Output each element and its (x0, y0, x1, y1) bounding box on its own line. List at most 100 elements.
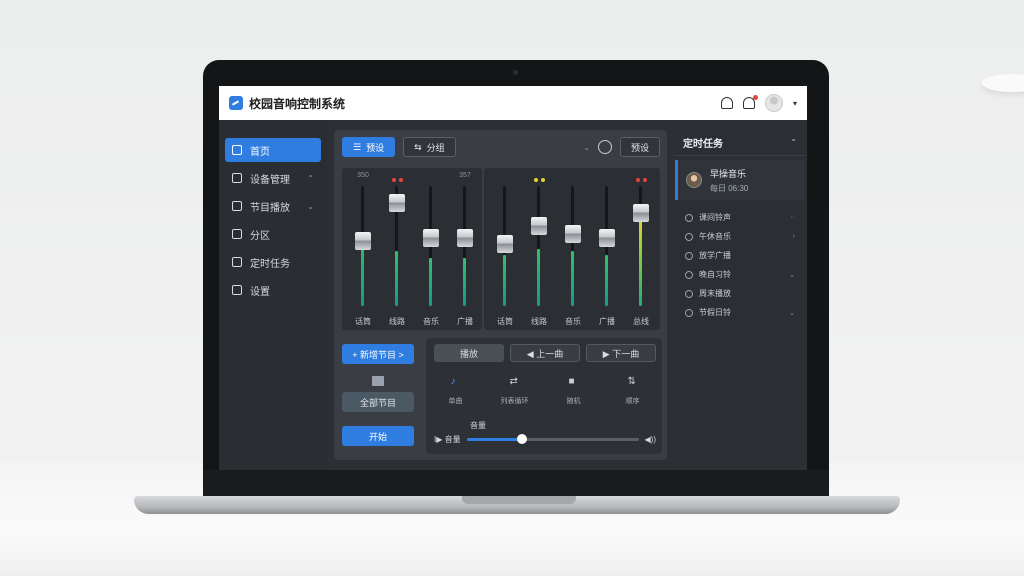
menu-icon (232, 173, 242, 183)
sidebar-item[interactable]: 首页 (225, 138, 321, 162)
play-mode[interactable]: ♪ 单曲 (426, 376, 485, 406)
task-row[interactable]: 放学广播 (675, 246, 805, 265)
channel-label: 总线 (633, 317, 649, 326)
play-mode[interactable]: ■ 随机 (544, 376, 603, 406)
sidebar-item-label: 设置 (250, 286, 270, 298)
sidebar-item[interactable]: 节目播放 ⌄ (225, 194, 321, 218)
play-mode-label: 顺序 (625, 398, 640, 405)
level-meter (429, 258, 432, 306)
note-icon: ♪ (450, 376, 456, 387)
channel-top-label (558, 172, 588, 180)
sliders-icon: ⇆ (414, 141, 422, 152)
volume-slider[interactable] (466, 433, 639, 444)
task-label: 课间铃声 (699, 213, 731, 222)
clock-icon (685, 308, 693, 317)
tasks-header[interactable]: 定时任务 ⌃ (675, 130, 805, 156)
task-row[interactable]: 课间铃声 ·· (675, 208, 805, 227)
fader-knob[interactable] (531, 217, 547, 235)
chevron-down-icon[interactable]: ▾ (793, 99, 797, 108)
mixer-channel: 音乐 (558, 168, 588, 330)
preset-button[interactable]: ☰ 预设 (342, 137, 396, 157)
channel-label: 广播 (599, 317, 615, 326)
folder-icon (372, 376, 384, 386)
program-actions: + 新增节目 > 全部节目 开始 (342, 344, 418, 452)
play-mode[interactable]: ⇅ 顺序 (603, 376, 662, 406)
fader-knob[interactable] (633, 204, 649, 222)
sidebar-item[interactable]: 分区 (225, 222, 321, 246)
sidebar-item[interactable]: 定时任务 (225, 250, 321, 274)
menu-icon (232, 229, 242, 239)
channel-top-label (592, 172, 622, 180)
task-label: 节假日铃 (699, 308, 731, 317)
app-screen: 校园音响控制系统 ▾ 首页 设备管理 ⌃ 节目播放 ⌄ 分区 定时任务 设置 ☰ 预设 ⇆ 分组 … (219, 86, 807, 470)
channel-label: 话筒 (355, 317, 371, 326)
active-task[interactable]: 早操音乐 每日 06:30 (675, 160, 805, 200)
fader-knob[interactable] (355, 232, 371, 250)
transport-button[interactable]: ▶ 下一曲 (586, 344, 656, 362)
volume-thumb[interactable] (516, 433, 527, 444)
fader-knob[interactable] (599, 229, 615, 247)
level-meter (537, 249, 540, 306)
menu-icon (232, 145, 242, 155)
clock-icon (685, 289, 693, 298)
menu-icon (232, 257, 242, 267)
mixer-channel: 话筒 (490, 168, 520, 330)
peak-leds (626, 178, 656, 182)
sidebar-item-label: 定时任务 (250, 258, 290, 270)
chevron-icon: ⌄ (789, 271, 795, 279)
peak-led (391, 178, 396, 182)
sidebar-item-label: 首页 (250, 146, 270, 158)
transport-button[interactable]: 播放 (434, 344, 504, 362)
play-mode[interactable]: ⇄ 列表循环 (485, 376, 544, 406)
channel-bank-right: 话筒 线路 音乐 广播 总线 (484, 168, 660, 330)
fader-knob[interactable] (565, 225, 581, 243)
start-button[interactable]: 开始 (342, 426, 414, 446)
search-icon[interactable] (597, 140, 612, 154)
app-logo-icon (229, 96, 243, 110)
all-programs-button[interactable]: 全部节目 (342, 392, 414, 412)
app-header: 校园音响控制系统 ▾ (219, 86, 807, 120)
mixer-channel: 357 广播 (450, 168, 480, 330)
user-avatar[interactable] (764, 94, 783, 112)
fader-knob[interactable] (497, 235, 513, 253)
peak-led (398, 178, 403, 182)
save-preset-label: 预设 (630, 142, 649, 153)
task-row[interactable]: 节假日铃 ⌄ (675, 303, 805, 322)
fader-knob[interactable] (423, 229, 439, 247)
fader-knob[interactable] (457, 229, 473, 247)
sidebar-item[interactable]: 设备管理 ⌃ (225, 166, 321, 190)
task-label: 放学广播 (699, 251, 731, 260)
transport-button[interactable]: ◀ 上一曲 (510, 344, 580, 362)
laptop-chin (203, 470, 829, 498)
laptop-notch (462, 496, 576, 504)
chevron-up-icon[interactable]: ⌃ (790, 138, 797, 147)
group-button[interactable]: ⇆ 分组 (403, 137, 456, 157)
menu-icon (232, 285, 242, 295)
clock-icon (685, 232, 693, 241)
sidebar-item[interactable]: 设置 (225, 278, 321, 302)
toolbar-right: ⌄ 预设 (583, 137, 660, 157)
task-row[interactable]: 晚自习铃 ⌄ (675, 265, 805, 284)
notification-bell-icon[interactable] (720, 97, 733, 109)
clock-icon (685, 251, 693, 260)
active-task-title: 早操音乐 (710, 168, 747, 179)
speaker-icon[interactable]: ◀)) (645, 435, 656, 444)
clock-icon (685, 213, 693, 222)
mixer-channel: 线路 (382, 168, 412, 330)
level-meter (639, 216, 642, 306)
task-row[interactable]: 周末播放 (675, 284, 805, 303)
save-preset-button[interactable]: 预设 (619, 137, 660, 157)
channel-label: 线路 (389, 317, 405, 326)
level-meter (571, 251, 574, 306)
peak-led (540, 178, 545, 182)
fader-knob[interactable] (389, 194, 405, 212)
chevron-down-icon[interactable]: ⌄ (583, 143, 590, 152)
channel-label: 音乐 (423, 317, 439, 326)
tasks-title: 定时任务 (683, 139, 723, 150)
task-row[interactable]: 午休音乐 › (675, 227, 805, 246)
mixer-channel: 广播 (592, 168, 622, 330)
play-mode-label: 随机 (566, 398, 581, 405)
chevron-icon: ⌄ (789, 309, 795, 317)
add-program-button[interactable]: + 新增节目 > (342, 344, 414, 364)
alert-bell-icon[interactable] (742, 95, 758, 109)
